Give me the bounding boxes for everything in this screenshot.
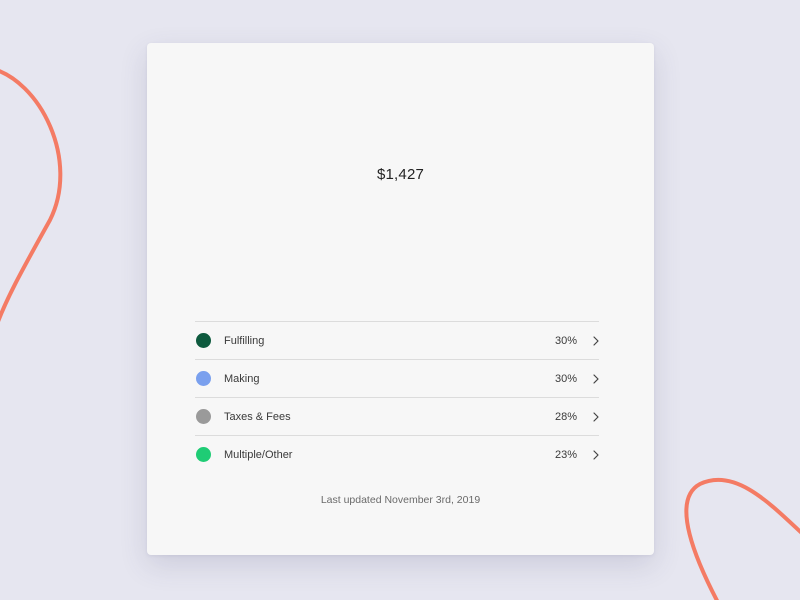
legend-dot-icon [196,371,211,386]
breakdown-row-taxes-fees[interactable]: Taxes & Fees 28% [195,398,599,436]
breakdown-row-multiple-other[interactable]: Multiple/Other 23% [195,436,599,473]
breakdown-list: Fulfilling 30% Making 30% Taxes & Fees 2… [195,321,599,473]
breakdown-percent: 30% [554,334,577,347]
chevron-right-icon[interactable] [577,360,599,397]
earnings-card: $1,427 Fulfilling 30% Making 30% Taxes &… [147,43,654,555]
chevron-right-icon[interactable] [577,398,599,435]
legend-dot-icon [196,333,211,348]
last-updated-text: Last updated November 3rd, 2019 [320,494,481,506]
decorative-curve-right [684,477,800,600]
breakdown-label: Multiple/Other [224,448,293,461]
breakdown-row-making[interactable]: Making 30% [195,360,599,398]
breakdown-percent: 28% [554,410,577,423]
legend-dot-icon [196,409,211,424]
page-background: $1,427 Fulfilling 30% Making 30% Taxes &… [0,0,800,600]
decorative-curve-left [0,69,63,323]
legend-dot-icon [196,447,211,462]
breakdown-percent: 30% [554,372,577,385]
breakdown-label: Fulfilling [224,334,265,347]
breakdown-label: Taxes & Fees [224,410,291,423]
breakdown-label: Making [224,372,260,385]
breakdown-row-fulfilling[interactable]: Fulfilling 30% [195,322,599,360]
chevron-right-icon[interactable] [577,436,599,473]
breakdown-percent: 23% [554,448,577,461]
chevron-right-icon[interactable] [577,322,599,359]
total-amount: $1,427 [376,166,425,183]
